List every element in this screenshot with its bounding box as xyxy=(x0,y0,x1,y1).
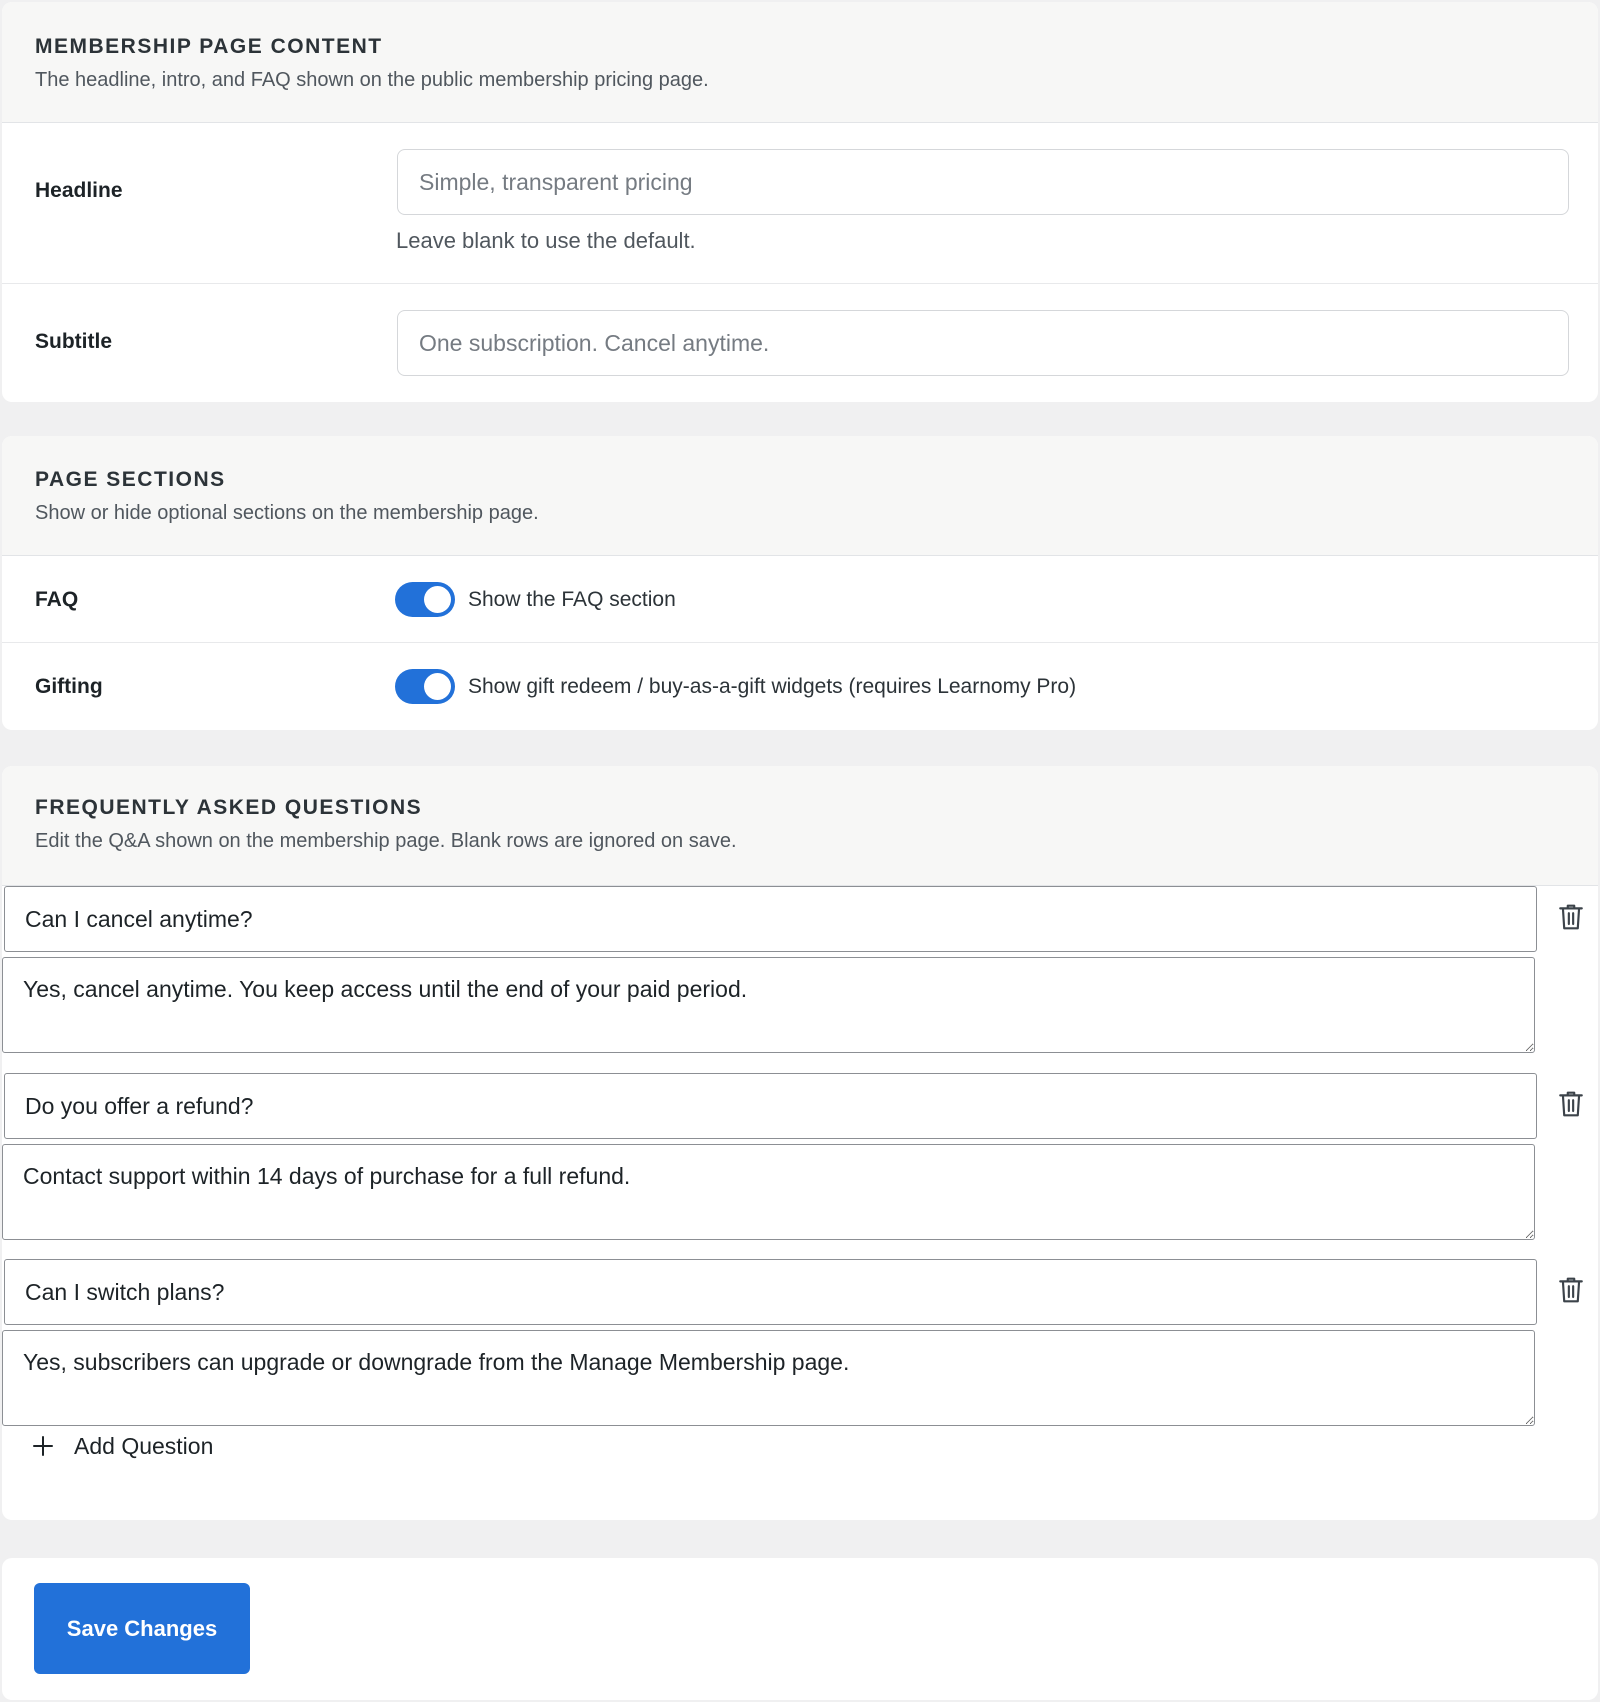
faq-answer-textarea[interactable]: Yes, subscribers can upgrade or downgrad… xyxy=(2,1330,1535,1426)
page-sections-header: PAGE SECTIONS Show or hide optional sect… xyxy=(2,436,1598,556)
headline-input[interactable] xyxy=(397,149,1569,215)
trash-icon[interactable] xyxy=(1558,903,1584,931)
add-question-button[interactable]: Add Question xyxy=(32,1429,213,1463)
faq-answer-textarea[interactable]: Yes, cancel anytime. You keep access unt… xyxy=(2,957,1535,1053)
toggle-knob xyxy=(424,673,451,700)
faq-header: FREQUENTLY ASKED QUESTIONS Edit the Q&A … xyxy=(2,766,1598,886)
page-sections-card: PAGE SECTIONS Show or hide optional sect… xyxy=(2,436,1598,730)
faq-toggle-text: Show the FAQ section xyxy=(468,588,676,611)
membership-content-card: MEMBERSHIP PAGE CONTENT The headline, in… xyxy=(2,2,1598,402)
faq-toggle-label: FAQ xyxy=(35,588,79,611)
trash-icon[interactable] xyxy=(1558,1276,1584,1304)
faq-question-input[interactable] xyxy=(4,886,1537,952)
faq-question-input[interactable] xyxy=(4,1073,1537,1139)
headline-row: Headline Leave blank to use the default. xyxy=(2,123,1598,284)
section-description: Show or hide optional sections on the me… xyxy=(35,502,539,524)
faq-toggle-row: FAQ Show the FAQ section xyxy=(2,556,1598,643)
toggle-knob xyxy=(424,586,451,613)
plus-icon xyxy=(33,1436,53,1456)
headline-help-text: Leave blank to use the default. xyxy=(396,228,696,253)
section-title: MEMBERSHIP PAGE CONTENT xyxy=(35,35,383,58)
section-description: Edit the Q&A shown on the membership pag… xyxy=(35,830,737,852)
section-description: The headline, intro, and FAQ shown on th… xyxy=(35,69,709,91)
add-question-label: Add Question xyxy=(74,1432,214,1459)
gifting-toggle-label: Gifting xyxy=(35,675,103,698)
save-changes-button[interactable]: Save Changes xyxy=(34,1583,250,1674)
gifting-toggle[interactable] xyxy=(395,669,455,704)
membership-content-header: MEMBERSHIP PAGE CONTENT The headline, in… xyxy=(2,2,1598,123)
gifting-toggle-text: Show gift redeem / buy-as-a-gift widgets… xyxy=(468,675,1077,698)
section-title: PAGE SECTIONS xyxy=(35,468,226,491)
faq-question-input[interactable] xyxy=(4,1259,1537,1325)
section-title: FREQUENTLY ASKED QUESTIONS xyxy=(35,796,423,819)
trash-icon[interactable] xyxy=(1558,1090,1584,1118)
save-card: Save Changes xyxy=(2,1558,1598,1700)
gifting-toggle-row: Gifting Show gift redeem / buy-as-a-gift… xyxy=(2,643,1598,729)
headline-label: Headline xyxy=(35,179,123,202)
subtitle-input[interactable] xyxy=(397,310,1569,376)
faq-card: FREQUENTLY ASKED QUESTIONS Edit the Q&A … xyxy=(2,766,1598,1520)
subtitle-label: Subtitle xyxy=(35,330,112,353)
faq-toggle[interactable] xyxy=(395,582,455,617)
faq-answer-textarea[interactable]: Contact support within 14 days of purcha… xyxy=(2,1144,1535,1240)
subtitle-row: Subtitle xyxy=(2,284,1598,402)
